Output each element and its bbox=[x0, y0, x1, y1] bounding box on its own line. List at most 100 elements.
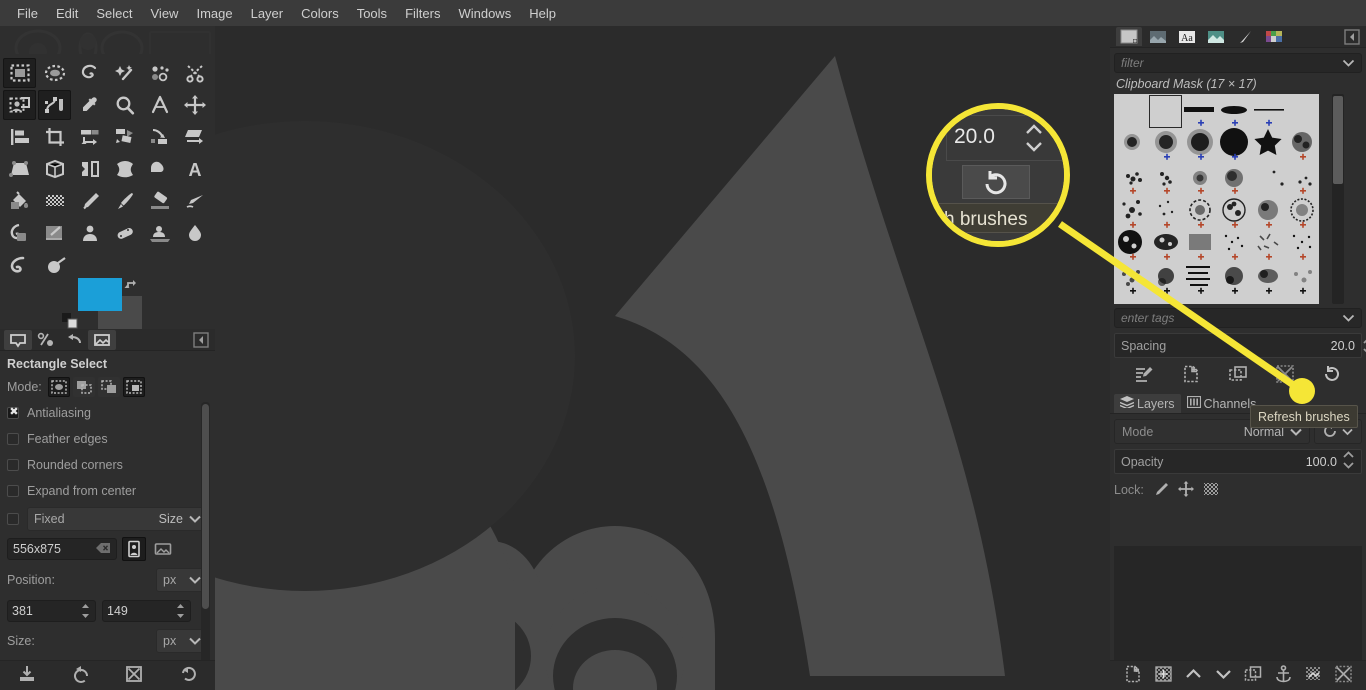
menu-item-tools[interactable]: Tools bbox=[348, 3, 396, 24]
tool-perspective-clone[interactable] bbox=[144, 218, 177, 248]
tool-select-by-color[interactable] bbox=[144, 58, 177, 88]
delete-layer-button[interactable] bbox=[1334, 665, 1353, 686]
brush-grid[interactable] bbox=[1114, 94, 1319, 304]
clear-entry-icon[interactable] bbox=[96, 542, 111, 557]
tool-ellipse-select[interactable] bbox=[38, 58, 71, 88]
tool-crop[interactable] bbox=[38, 122, 71, 152]
lock-pixels-icon[interactable] bbox=[1153, 482, 1169, 499]
menu-item-select[interactable]: Select bbox=[87, 3, 141, 24]
tool-smudge[interactable] bbox=[3, 250, 37, 280]
fixed-size-combo[interactable]: Fixed Size bbox=[27, 507, 208, 531]
menu-item-help[interactable]: Help bbox=[520, 3, 565, 24]
tool-dodge-burn[interactable] bbox=[39, 250, 73, 280]
tool-3d-transform[interactable] bbox=[38, 154, 71, 184]
option-expand-from-center[interactable]: Expand from center bbox=[7, 478, 208, 504]
spinner-arrows-icon[interactable] bbox=[175, 602, 186, 620]
fixed-checkbox[interactable] bbox=[7, 513, 19, 525]
spinner-arrows-icon[interactable] bbox=[1362, 335, 1366, 360]
tool-heal[interactable] bbox=[109, 218, 142, 248]
position-x-spinner[interactable]: 381 bbox=[7, 600, 96, 622]
mode-replace-button[interactable] bbox=[47, 377, 70, 397]
selected-brush-cell[interactable] bbox=[1149, 95, 1182, 128]
save-tool-preset-button[interactable] bbox=[17, 664, 37, 687]
tool-zoom[interactable] bbox=[109, 90, 142, 120]
new-layer-button[interactable] bbox=[1124, 665, 1143, 686]
mode-intersect-button[interactable] bbox=[122, 377, 145, 397]
mode-add-button[interactable] bbox=[72, 377, 95, 397]
brushes-tab-icon[interactable] bbox=[1116, 27, 1142, 46]
lock-alpha-icon[interactable] bbox=[1203, 482, 1219, 499]
delete-brush-button[interactable] bbox=[1275, 364, 1295, 386]
chevron-down-icon[interactable] bbox=[1342, 56, 1355, 70]
chevron-down-icon[interactable] bbox=[1342, 311, 1355, 325]
option-feather-edges[interactable]: Feather edges bbox=[7, 426, 208, 452]
device-status-tab-icon[interactable] bbox=[32, 330, 60, 350]
option-antialiasing[interactable]: Antialiasing bbox=[7, 400, 208, 426]
lower-layer-button[interactable] bbox=[1214, 665, 1233, 686]
spinner-arrows-icon[interactable] bbox=[1342, 449, 1355, 474]
fonts-tab-icon[interactable]: Aa bbox=[1174, 27, 1200, 46]
raise-layer-button[interactable] bbox=[1184, 665, 1203, 686]
menu-item-windows[interactable]: Windows bbox=[449, 3, 520, 24]
menu-item-layer[interactable]: Layer bbox=[242, 3, 293, 24]
tool-foreground-select[interactable] bbox=[3, 90, 37, 120]
new-layer-group-button[interactable] bbox=[1154, 665, 1173, 686]
tool-text[interactable]: A bbox=[179, 154, 212, 184]
undo-history-tab-icon[interactable] bbox=[60, 330, 88, 350]
menu-item-colors[interactable]: Colors bbox=[292, 3, 348, 24]
spinner-arrows-icon[interactable] bbox=[80, 602, 91, 620]
brush-grid-scrollbar[interactable] bbox=[1332, 94, 1344, 304]
restore-tool-preset-button[interactable] bbox=[71, 664, 91, 687]
brush-filter-field[interactable]: filter bbox=[1114, 53, 1362, 73]
layer-opacity-slider[interactable]: Opacity 100.0 bbox=[1114, 449, 1362, 474]
tool-cage-transform[interactable] bbox=[109, 154, 142, 184]
foreground-color-swatch[interactable] bbox=[78, 278, 122, 311]
portrait-orientation-button[interactable] bbox=[122, 537, 146, 561]
images-tab-icon[interactable] bbox=[88, 329, 116, 350]
tool-rotate[interactable] bbox=[73, 122, 106, 152]
paint-dynamics-tab-icon[interactable] bbox=[1232, 27, 1258, 46]
expand-from-center-checkbox[interactable] bbox=[7, 485, 19, 497]
collapse-panel-icon[interactable] bbox=[1344, 29, 1360, 48]
scrollbar-thumb[interactable] bbox=[1333, 96, 1343, 184]
position-y-spinner[interactable]: 149 bbox=[102, 600, 191, 622]
landscape-orientation-button[interactable] bbox=[151, 537, 175, 561]
tool-paintbrush[interactable] bbox=[109, 186, 142, 216]
tool-scissors-select[interactable] bbox=[179, 58, 212, 88]
tool-alignment[interactable] bbox=[3, 122, 36, 152]
antialiasing-checkbox[interactable] bbox=[7, 405, 20, 419]
tool-pencil[interactable] bbox=[73, 186, 106, 216]
menu-item-file[interactable]: File bbox=[8, 3, 47, 24]
duplicate-brush-button[interactable] bbox=[1228, 365, 1248, 386]
patterns-tab-icon[interactable] bbox=[1145, 27, 1171, 46]
tool-gradient[interactable] bbox=[38, 186, 71, 216]
aspect-entry[interactable]: 556x875 bbox=[7, 538, 117, 560]
reset-tool-options-button[interactable] bbox=[178, 664, 198, 687]
brush-spacing-slider[interactable]: Spacing 20.0 bbox=[1114, 333, 1366, 358]
tool-measure[interactable] bbox=[144, 90, 177, 120]
feather-edges-checkbox[interactable] bbox=[7, 433, 19, 445]
merge-layer-button[interactable] bbox=[1304, 665, 1323, 686]
tab-layers[interactable]: Layers bbox=[1114, 394, 1181, 413]
tool-rectangle-select[interactable] bbox=[3, 58, 37, 88]
tool-free-select[interactable] bbox=[73, 58, 106, 88]
tool-mypaint-brush[interactable] bbox=[38, 218, 71, 248]
tool-shear[interactable] bbox=[179, 122, 212, 152]
gradients-tab-icon[interactable] bbox=[1203, 27, 1229, 46]
scrollbar-thumb[interactable] bbox=[202, 404, 209, 609]
tool-bucket-fill[interactable] bbox=[3, 186, 36, 216]
option-rounded-corners[interactable]: Rounded corners bbox=[7, 452, 208, 478]
menu-item-filters[interactable]: Filters bbox=[396, 3, 449, 24]
tool-airbrush[interactable] bbox=[179, 186, 212, 216]
tool-options-scrollbar[interactable] bbox=[201, 402, 210, 687]
menu-item-edit[interactable]: Edit bbox=[47, 3, 87, 24]
tool-blur-sharpen[interactable] bbox=[179, 218, 212, 248]
edit-brush-button[interactable] bbox=[1134, 365, 1154, 386]
tool-eraser[interactable] bbox=[144, 186, 177, 216]
swap-colors-icon[interactable] bbox=[124, 277, 140, 296]
menu-item-view[interactable]: View bbox=[142, 3, 188, 24]
menu-item-image[interactable]: Image bbox=[187, 3, 241, 24]
tool-perspective[interactable] bbox=[3, 154, 36, 184]
default-colors-icon[interactable] bbox=[62, 313, 78, 332]
tool-ink[interactable] bbox=[3, 218, 36, 248]
